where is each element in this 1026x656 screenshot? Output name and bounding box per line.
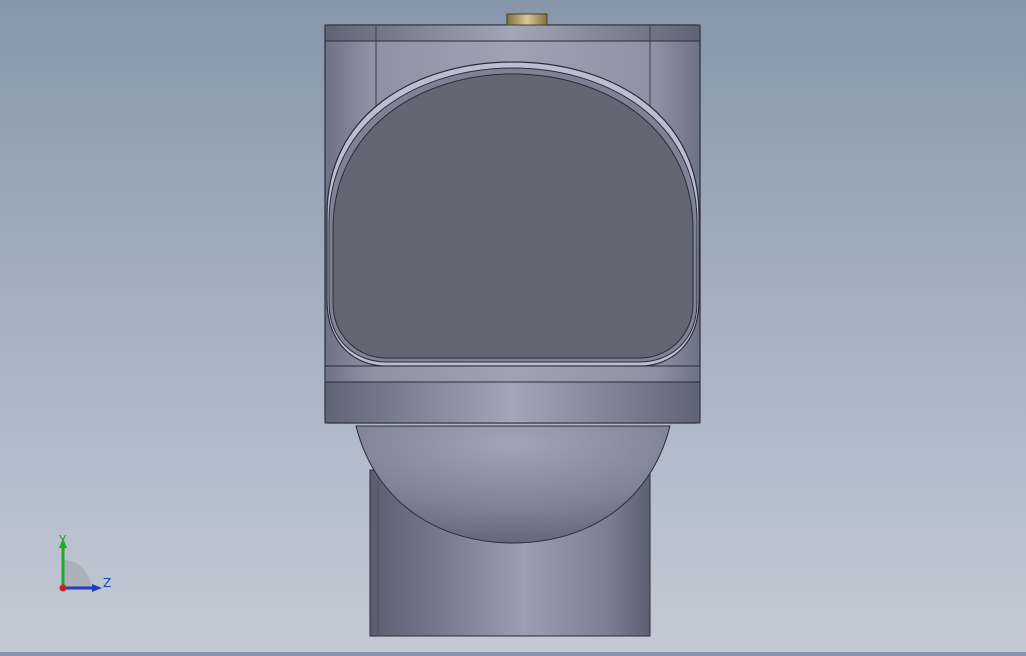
cad-viewport[interactable]: Y Z	[0, 0, 1026, 652]
top-fitting	[506, 13, 548, 26]
flange-lower	[324, 381, 701, 424]
flange-upper	[324, 365, 701, 383]
z-axis-label: Z	[103, 576, 111, 590]
sight-window	[332, 73, 694, 359]
coordinate-triad: Y Z	[58, 533, 111, 592]
x-axis-dot	[59, 584, 67, 592]
top-cap	[324, 24, 701, 42]
model-view[interactable]	[0, 0, 1026, 652]
y-axis-label: Y	[58, 533, 67, 547]
